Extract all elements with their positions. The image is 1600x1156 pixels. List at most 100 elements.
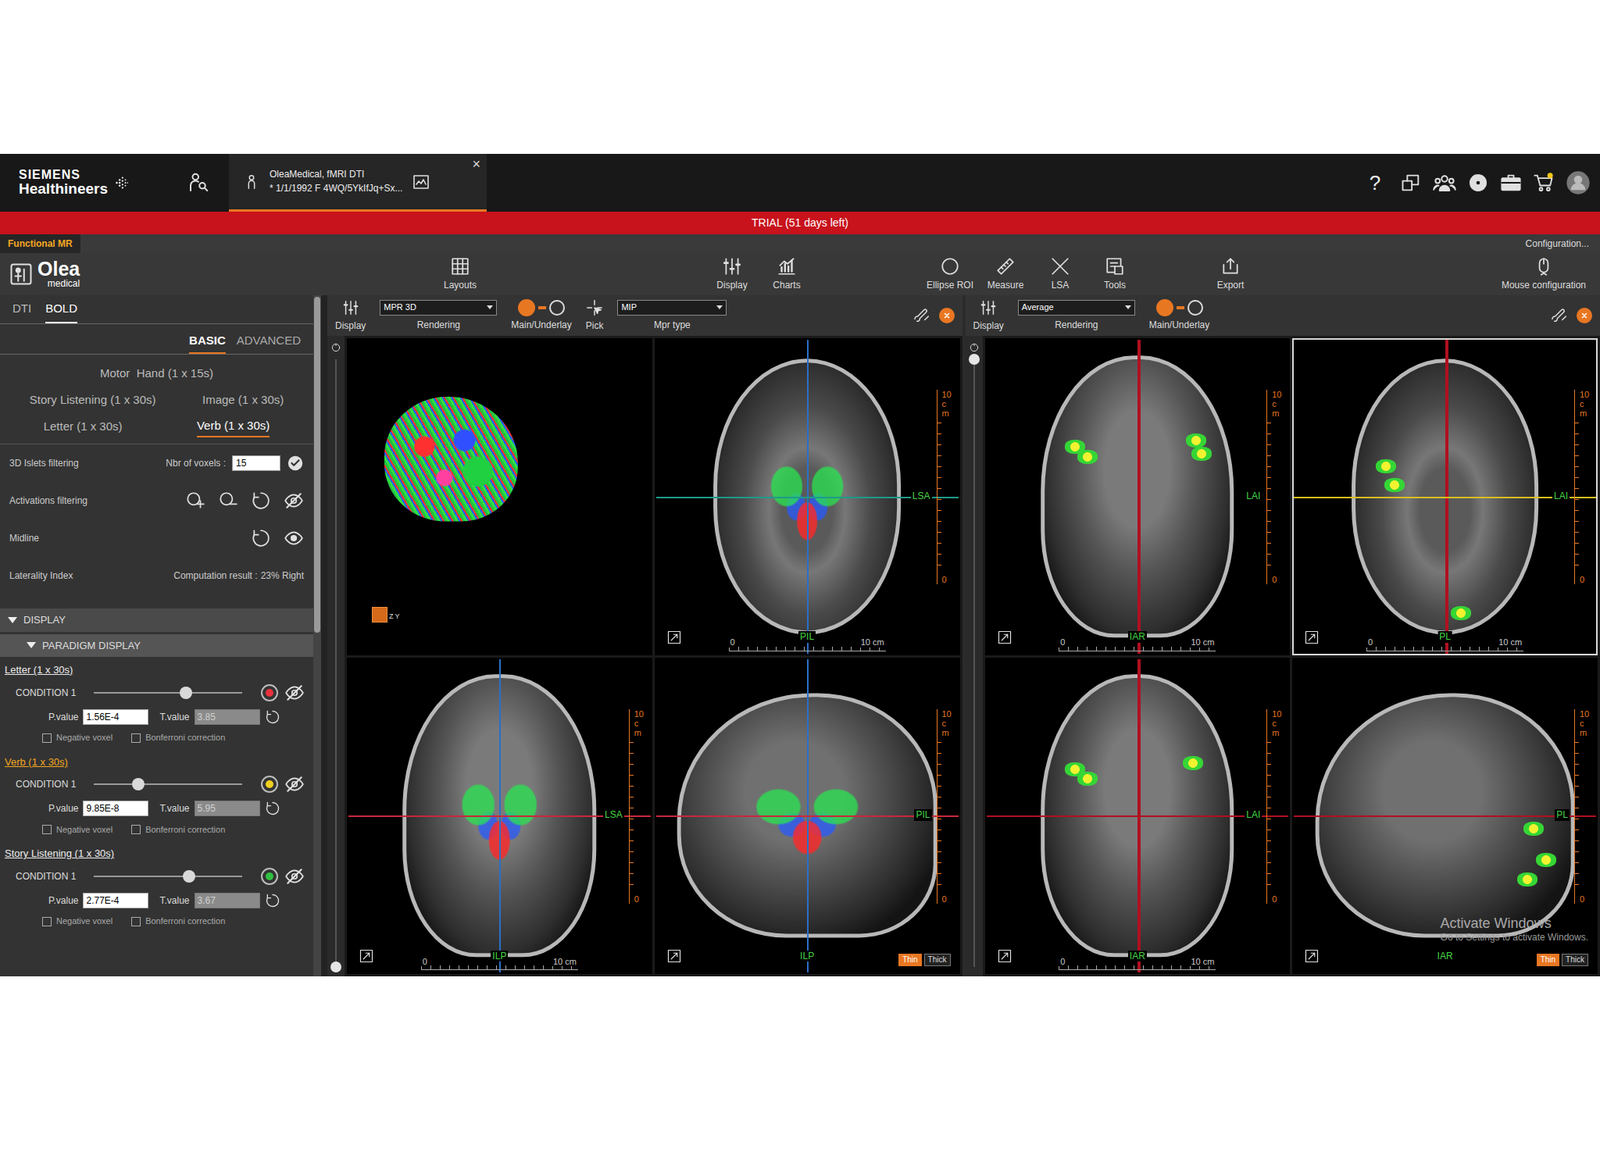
person-icon[interactable] <box>242 173 261 191</box>
slider-knob[interactable] <box>330 961 342 973</box>
paradigm-item[interactable]: Letter (1 x 30s) <box>43 417 123 438</box>
paradigm-item[interactable]: Story Listening (1 x 30s) <box>29 391 157 411</box>
sync-icon[interactable] <box>330 342 342 354</box>
filter-remove-icon[interactable] <box>217 490 239 511</box>
check-circle-icon[interactable] <box>286 454 304 472</box>
slider-knob[interactable] <box>132 778 145 791</box>
reset-icon[interactable] <box>264 709 281 725</box>
mpr-dropdown[interactable]: MIP <box>617 300 727 316</box>
thickness-button[interactable]: Thick <box>924 953 951 967</box>
rendering-dropdown[interactable]: Average <box>1017 300 1136 316</box>
toolbar-button[interactable]: Mouse configuration <box>1501 256 1586 293</box>
panel-tab[interactable]: DTI <box>12 300 32 324</box>
eye-icon[interactable] <box>283 528 304 549</box>
toolbar-button[interactable]: Layouts <box>437 256 483 293</box>
viewport[interactable]: ZY <box>346 338 653 656</box>
paradigm-item[interactable]: Verb (1 x 30s) <box>196 417 270 439</box>
expand-icon[interactable] <box>997 949 1012 964</box>
toolbar-button[interactable]: Tools <box>1092 256 1138 293</box>
thickness-button[interactable]: Thin <box>1536 953 1560 967</box>
viewport[interactable]: LAIIAR10 cm0010 cm <box>985 338 1291 656</box>
threshold-slider[interactable] <box>93 692 243 694</box>
thickness-button[interactable]: Thin <box>898 953 922 967</box>
close-button[interactable]: × <box>471 157 481 172</box>
eye-slash-icon[interactable] <box>284 682 305 704</box>
expand-icon[interactable] <box>667 949 682 964</box>
expand-icon[interactable] <box>359 949 374 964</box>
checkbox[interactable]: Negative voxel <box>42 823 113 837</box>
tools-icon[interactable] <box>1104 256 1125 277</box>
paradigm-item[interactable]: Image (1 x 30s) <box>202 391 284 411</box>
reset-icon[interactable] <box>264 892 281 909</box>
pick-icon[interactable] <box>585 299 604 317</box>
sliders-icon[interactable] <box>342 299 360 317</box>
eye-slash-icon[interactable] <box>283 490 304 511</box>
voxels-input[interactable] <box>232 455 281 472</box>
filter-add-icon[interactable] <box>185 490 206 511</box>
reset-icon[interactable] <box>250 490 272 511</box>
close-viewer-button[interactable] <box>1576 307 1593 324</box>
sliders-icon[interactable] <box>979 299 997 317</box>
cart-icon[interactable] <box>1532 171 1555 194</box>
ellipse-icon[interactable] <box>939 256 961 277</box>
patient-search-icon[interactable] <box>186 171 211 195</box>
expand-icon[interactable] <box>1304 630 1319 645</box>
toolbar-button[interactable]: Ellipse ROI <box>926 256 974 293</box>
toolbar-button[interactable]: Measure <box>982 256 1029 293</box>
viewport[interactable]: LAIPL10 cm0010 cm <box>1292 338 1598 656</box>
viewport[interactable]: LSAPIL10 cm0010 cm <box>654 338 961 656</box>
display-button[interactable]: Display <box>335 299 366 333</box>
viewport[interactable]: LSAILP10 cm0010 cm <box>346 657 653 975</box>
checkbox[interactable]: Negative voxel <box>42 914 113 929</box>
windows-icon[interactable] <box>1400 171 1422 194</box>
main-underlay-toggle[interactable] <box>1156 300 1204 316</box>
eye-slash-icon[interactable] <box>284 866 305 887</box>
close-icon[interactable] <box>942 310 952 321</box>
checkbox[interactable]: Bonferroni correction <box>131 914 225 929</box>
export-icon[interactable] <box>1220 256 1241 277</box>
slider-knob[interactable] <box>182 870 196 883</box>
paradigm-link[interactable]: Letter (1 x 30s) <box>4 660 73 681</box>
close-viewer-button[interactable] <box>939 307 955 324</box>
threshold-slider[interactable] <box>93 783 243 786</box>
display-section[interactable]: DISPLAY <box>0 608 314 633</box>
threshold-slider[interactable] <box>93 875 243 878</box>
thickness-button[interactable]: Thick <box>1561 953 1589 967</box>
panel-tab[interactable]: BOLD <box>45 300 78 324</box>
toolbar-button[interactable]: Display <box>709 256 755 293</box>
patient-tab[interactable]: OleaMedical, fMRI DTI* 1/1/1992 F 4WQ/5Y… <box>228 153 487 212</box>
splitter[interactable] <box>321 295 328 977</box>
sliders-icon[interactable] <box>721 256 743 277</box>
layouts-icon[interactable] <box>450 256 471 277</box>
slider-knob[interactable] <box>179 686 193 700</box>
people-icon[interactable] <box>1432 171 1457 195</box>
expand-icon[interactable] <box>1304 949 1319 964</box>
main-underlay-toggle[interactable] <box>517 300 565 316</box>
p-value-input[interactable] <box>82 892 149 909</box>
color-picker[interactable] <box>260 684 279 702</box>
mode-tab[interactable]: ADVANCED <box>236 332 301 355</box>
viewport[interactable]: PLIAR10 cm0ThinThickActivate WindowsGo t… <box>1292 657 1598 975</box>
user-icon[interactable] <box>1565 170 1591 196</box>
chart-icon[interactable] <box>776 256 797 277</box>
paradigm-link[interactable]: Verb (1 x 30s) <box>4 752 68 773</box>
scroll-thumb[interactable] <box>314 296 321 633</box>
p-value-input[interactable] <box>82 800 149 817</box>
help-button[interactable]: ? <box>1360 167 1390 199</box>
pick-button[interactable]: Pick <box>585 299 604 333</box>
paradigm-link[interactable]: Story Listening (1 x 30s) <box>4 843 115 865</box>
sync-icon[interactable] <box>968 342 980 354</box>
viewport[interactable]: PILILP10 cm0ThinThick <box>654 657 961 975</box>
slider-track[interactable] <box>973 359 975 968</box>
expand-icon[interactable] <box>997 630 1012 645</box>
toolbar-button[interactable]: LSA <box>1037 256 1083 293</box>
viewport[interactable]: LAIIAR10 cm0010 cm <box>985 657 1291 975</box>
reset-icon[interactable] <box>250 528 272 549</box>
mode-tab[interactable]: BASIC <box>189 332 226 355</box>
paradigm-item[interactable]: Motor Hand (1 x 15s) <box>100 364 214 385</box>
expand-icon[interactable] <box>667 630 682 645</box>
toolbar-button[interactable]: Charts <box>764 256 810 293</box>
brush-link-icon[interactable] <box>1551 307 1569 325</box>
brush-link-icon[interactable] <box>914 307 932 325</box>
report-icon[interactable] <box>411 172 431 192</box>
